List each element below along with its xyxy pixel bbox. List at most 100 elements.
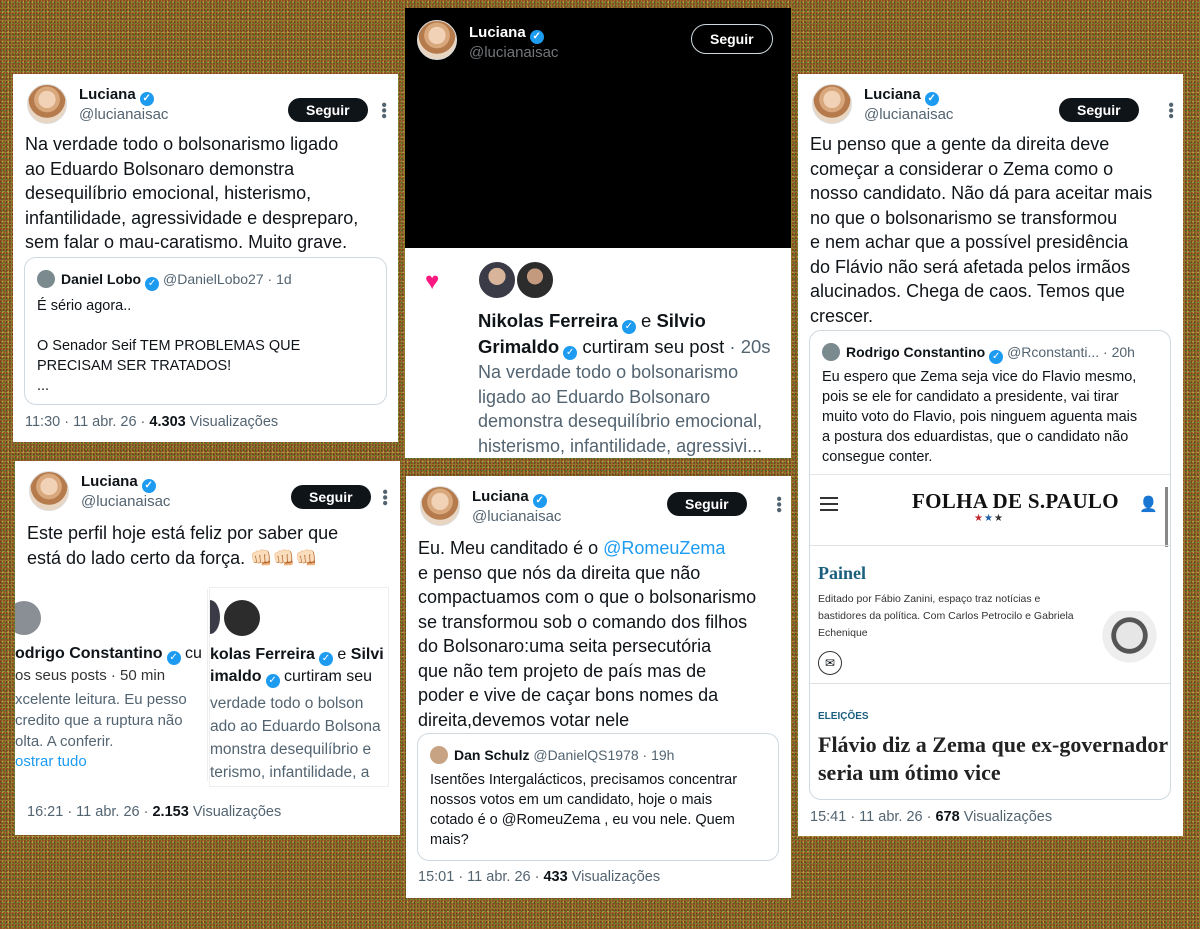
views-label: Visualizações [192,804,282,820]
liker-avatar-1[interactable] [477,260,517,300]
avatar[interactable] [29,471,69,511]
text-before: Eu. Meu canditado é o [418,538,604,558]
tweet-card-3: Luciana ✓ @lucianaisac Seguir ••• Eu pens… [798,74,1183,836]
connector: e [641,310,652,331]
quote-handle: @Rconstanti... [1007,344,1100,360]
verified-badge-icon: ✓ [621,320,636,334]
quote-text: É sério agora.. O Senador Seif TEM PROBL… [37,298,301,394]
partial-name-b: Silvi [350,646,384,663]
views-label: Visualizações [189,414,279,430]
tweet-meta: 16:21 · 11 abr. 26 · 2.153 Visualizações [27,804,281,820]
timestamp[interactable]: 11:30 · 11 abr. 26 · [25,414,145,430]
follow-button[interactable]: Seguir [691,24,773,54]
view-count: 4.303 [149,414,186,430]
mention-link[interactable]: @RomeuZema [603,538,725,558]
author-handle[interactable]: @lucianaisac [469,44,558,61]
author-name[interactable]: Luciana ✓ [79,86,154,106]
tweet-meta: 15:41 · 11 abr. 26 · 678 Visualizações [810,809,1052,825]
article-tag[interactable]: ELEIÇÕES [818,711,869,722]
partial-name-c: imaldo [210,668,262,685]
tweet-meta: 15:01 · 11 abr. 26 · 433 Visualizações [418,869,660,885]
quote-time: · 1d [267,271,292,287]
liker-avatar-2[interactable] [515,260,555,300]
embedded-image-right[interactable]: kolas Ferreira ✓ e Silvi imaldo ✓ curtiram… [209,587,389,787]
more-options-icon[interactable]: ••• [1162,102,1179,119]
avatar[interactable] [27,84,67,124]
liker-name-1[interactable]: Nikolas Ferreira [478,310,618,331]
quoted-tweet[interactable]: Dan Schulz @DanielQS1978 · 19h Isentões … [417,733,779,861]
timestamp[interactable]: 15:01 · 11 abr. 26 · [418,869,539,885]
verified-badge-icon: ✓ [529,30,544,44]
quote-author: Daniel Lobo [61,271,142,287]
follow-button[interactable]: Seguir [667,492,747,516]
mail-icon[interactable]: ✉ [818,651,842,675]
columnist-photo [1098,611,1168,681]
author-name[interactable]: Luciana ✓ [864,86,939,106]
author-name[interactable]: Luciana ✓ [81,473,156,493]
avatar [210,600,220,634]
partial-name: odrigo Constantino [15,645,163,662]
quote-handle: @DanielLobo27 [163,271,264,287]
author-handle[interactable]: @lucianaisac [864,106,953,123]
tweet-card-5: Luciana ✓ @lucianaisac Seguir ••• Eu. Meu… [406,476,791,898]
verified-badge-icon: ✓ [166,651,181,665]
verified-badge-icon: ✓ [924,92,939,106]
notification-title: Nikolas Ferreira ✓ e Silvio Grimaldo ✓ cur… [478,308,788,360]
tweet-meta: 11:30 · 11 abr. 26 · 4.303 Visualizações [25,414,278,430]
view-count: 433 [543,869,568,885]
scrollbar[interactable] [1165,487,1168,547]
timestamp[interactable]: 15:41 · 11 abr. 26 · [810,809,931,825]
tweet-text: Na verdade todo o bolsonarismo ligado ao… [25,134,359,252]
view-count: 2.153 [152,804,189,820]
notification-text: Na verdade todo o bolsonarismo ligado ao… [478,362,763,456]
notification-action: curtiram seu post [582,336,725,357]
quote-avatar [37,270,55,288]
show-all-link[interactable]: ostrar tudo [15,753,87,770]
quote-handle: @DanielQS1978 [533,747,639,763]
notification-time: · 20s [729,336,771,357]
more-options-icon[interactable]: ••• [375,102,392,119]
verified-badge-icon: ✓ [145,277,160,291]
article-headline[interactable]: Flávio diz a Zema que ex-governador seri… [818,731,1168,787]
author-handle[interactable]: @lucianaisac [81,493,170,510]
avatar[interactable] [812,84,852,124]
liker-name-2b[interactable]: Grimaldo [478,336,559,357]
folha-stars-icon: ★★★ [974,513,1004,524]
verified-badge-icon: ✓ [989,350,1004,364]
user-icon[interactable]: 👤 [1139,495,1158,513]
heart-icon: ♥ [425,268,440,295]
tweet-text: Este perfil hoje está feliz por saber qu… [27,523,339,568]
author-name[interactable]: Luciana ✓ [469,24,544,44]
author-handle[interactable]: @lucianaisac [79,106,168,123]
verified-badge-icon: ✓ [141,479,156,493]
quote-text: Isentões Intergalácticos, precisamos con… [430,772,738,848]
author-name[interactable]: Luciana ✓ [472,488,547,508]
avatar [15,601,41,635]
more-options-icon[interactable]: ••• [376,489,393,506]
verified-badge-icon: ✓ [563,346,578,360]
avatar[interactable] [420,486,460,526]
verified-badge-icon: ✓ [265,674,280,688]
more-options-icon[interactable]: ••• [770,496,787,513]
avatar[interactable] [417,20,457,60]
follow-button[interactable]: Seguir [1059,98,1139,122]
liker-name-2[interactable]: Silvio [656,310,705,331]
partial-name: kolas Ferreira [210,646,315,663]
author-handle[interactable]: @lucianaisac [472,508,561,525]
avatar [224,600,260,636]
quote-author: Rodrigo Constantino [846,344,986,360]
section-title[interactable]: Painel [818,563,866,584]
follow-button[interactable]: Seguir [291,485,371,509]
article-preview[interactable]: FOLHA DE S.PAULO ★★★ 👤 Painel Editado po… [810,474,1170,799]
tweet-header: Luciana ✓ @lucianaisac Seguir ••• [27,84,392,128]
hamburger-menu-icon[interactable] [820,497,838,511]
folha-masthead: FOLHA DE S.PAULO [912,489,1119,513]
follow-button[interactable]: Seguir [288,98,368,122]
partial-text: xcelente leitura. Eu pesso credito que a… [15,691,187,750]
tweet-header: Luciana ✓ @lucianaisac Seguir ••• [29,471,393,515]
partial-suffix: cu [184,645,202,662]
timestamp[interactable]: 16:21 · 11 abr. 26 · [27,804,148,820]
quoted-tweet[interactable]: Daniel Lobo ✓ @DanielLobo27 · 1d É sério … [24,257,387,405]
quoted-tweet[interactable]: Rodrigo Constantino ✓ @Rconstanti... · 20… [809,330,1171,800]
embedded-image-left[interactable]: odrigo Constantino ✓ cu os seus posts · 5… [15,589,208,781]
